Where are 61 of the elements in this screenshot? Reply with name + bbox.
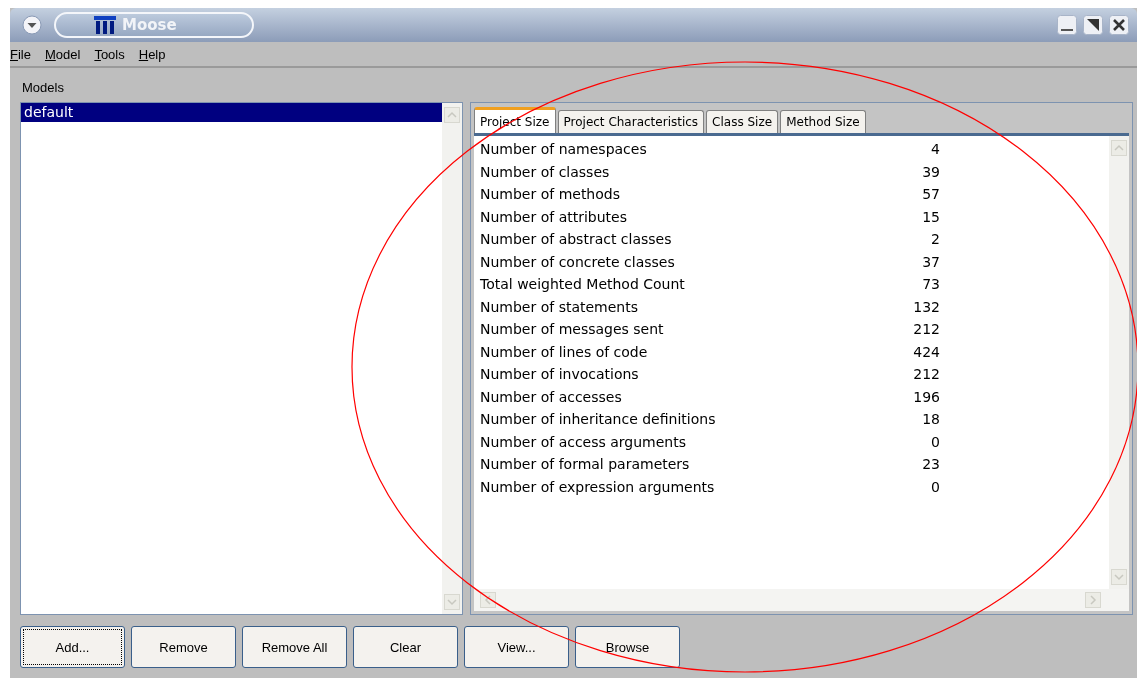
metric-value: 23	[921, 456, 940, 473]
action-button[interactable]: View...	[464, 626, 569, 668]
metric-name: Number of inheritance definitions	[480, 411, 717, 428]
scroll-up-icon[interactable]	[444, 107, 460, 123]
metric-name: Number of accesses	[480, 388, 623, 405]
menu-item[interactable]: Tools	[94, 46, 125, 62]
metric-value: 18	[921, 411, 940, 428]
minimize-icon[interactable]	[1057, 15, 1077, 35]
metric-value: 15	[921, 208, 940, 225]
metric-value: 73	[921, 276, 940, 293]
scroll-right-icon[interactable]	[1085, 592, 1101, 608]
window-menu-icon[interactable]	[22, 15, 42, 35]
action-button[interactable]: Browse	[575, 626, 680, 668]
metric-value: 39	[921, 163, 940, 180]
scrollbar[interactable]	[474, 589, 1129, 611]
metric-value: 196	[912, 388, 940, 405]
metric-name: Number of formal parameters	[480, 456, 691, 473]
scroll-down-icon[interactable]	[1111, 569, 1127, 585]
logo-icon	[94, 16, 116, 34]
action-button[interactable]: Remove	[131, 626, 236, 668]
menu-item[interactable]: Help	[138, 46, 166, 62]
metric-value: 424	[912, 343, 940, 360]
metric-value: 0	[930, 433, 940, 450]
metric-value: 57	[921, 186, 940, 203]
action-button[interactable]: Add...	[20, 626, 125, 668]
metric-name: Number of methods	[480, 186, 621, 203]
maximize-icon[interactable]	[1083, 15, 1103, 35]
metric-name: Number of invocations	[480, 366, 640, 383]
metric-value: 212	[912, 366, 940, 383]
action-button[interactable]: Clear	[353, 626, 458, 668]
metric-name: Number of statements	[480, 298, 639, 315]
metric-name: Number of access arguments	[480, 433, 687, 450]
metric-value: 2	[930, 231, 940, 248]
metric-name: Number of concrete classes	[480, 253, 676, 270]
menu-item[interactable]: File	[10, 46, 31, 62]
metric-name: Number of messages sent	[480, 321, 665, 338]
metric-name: Number of namespaces	[480, 141, 648, 158]
metric-name: Number of classes	[480, 163, 611, 180]
metric-value: 132	[912, 298, 940, 315]
metric-value: 212	[912, 321, 940, 338]
scrollbar[interactable]	[442, 103, 462, 614]
scroll-up-icon[interactable]	[1111, 140, 1127, 156]
metric-name: Number of lines of code	[480, 343, 649, 360]
models-label: Models	[22, 80, 64, 95]
metric-value: 37	[921, 253, 940, 270]
tab[interactable]: Project Characteristics	[557, 110, 705, 133]
tab[interactable]: Class Size	[706, 110, 779, 133]
metric-name: Number of expression arguments	[480, 478, 716, 495]
metric-value: 4	[930, 141, 940, 158]
scroll-down-icon[interactable]	[444, 594, 460, 610]
metric-value: 0	[930, 478, 940, 495]
metric-name: Number of abstract classes	[480, 231, 673, 248]
tab[interactable]: Method Size	[780, 110, 866, 133]
window-title: Moose	[122, 16, 177, 34]
metric-name: Total weighted Method Count	[480, 276, 686, 293]
action-button[interactable]: Remove All	[242, 626, 347, 668]
close-icon[interactable]	[1109, 15, 1129, 35]
list-item[interactable]: default	[21, 103, 442, 122]
metric-name: Number of attributes	[480, 208, 628, 225]
menu-item[interactable]: Model	[44, 46, 81, 62]
scrollbar[interactable]	[1109, 136, 1129, 589]
